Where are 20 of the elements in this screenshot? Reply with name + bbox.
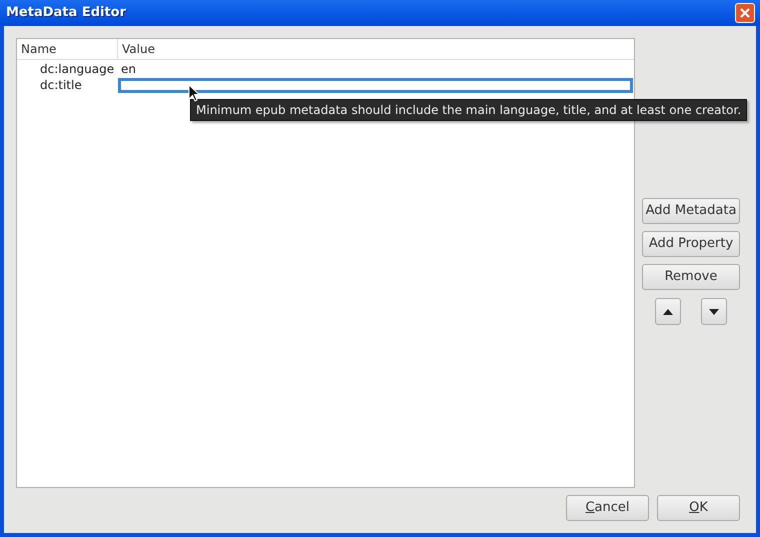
move-down-button[interactable] [701, 298, 727, 325]
close-icon [739, 7, 751, 19]
column-header[interactable]: Value [118, 39, 634, 59]
column-header[interactable]: Name [17, 39, 118, 59]
window-title: MetaData Editor [6, 4, 126, 22]
ok-button[interactable]: OK [657, 495, 740, 521]
mouse-pointer-icon [188, 84, 200, 102]
value-input-field[interactable] [118, 78, 633, 92]
table-cell[interactable]: dc:language [17, 60, 118, 78]
close-button[interactable] [735, 3, 755, 23]
table-cell[interactable]: dc:title [17, 76, 118, 94]
tooltip: Minimum epub metadata should include the main language, title, and at least one creator. [190, 99, 748, 121]
up-arrow-icon [663, 308, 673, 314]
move-up-button[interactable] [655, 298, 681, 325]
cancel-button[interactable]: Cancel [566, 495, 649, 521]
table-cell[interactable]: en [118, 60, 634, 78]
side-button[interactable]: Add Metadata [642, 198, 740, 224]
side-button[interactable]: Add Property [642, 231, 740, 257]
down-arrow-icon [709, 308, 719, 314]
side-button[interactable]: Remove [642, 264, 740, 290]
